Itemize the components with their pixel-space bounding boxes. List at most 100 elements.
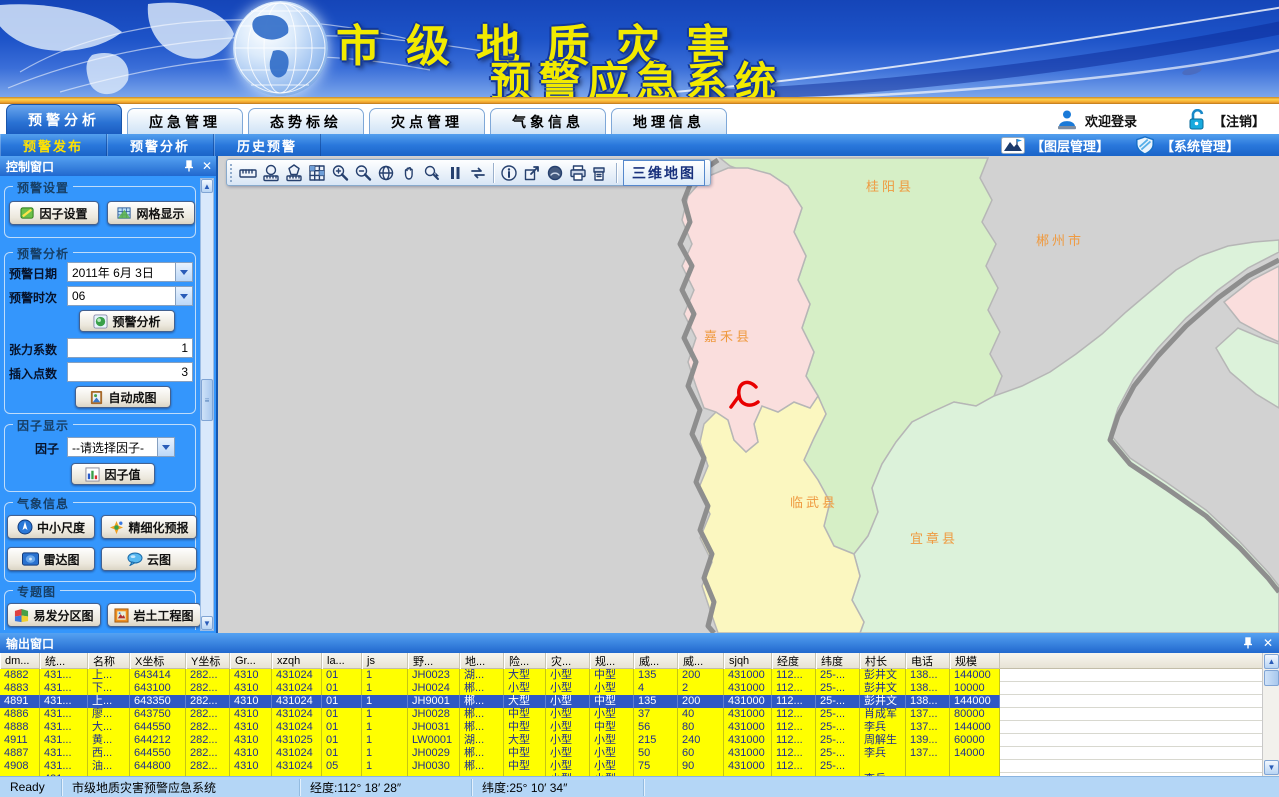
column-header[interactable]: 野... [408, 653, 460, 669]
scroll-up-icon[interactable]: ▲ [1264, 654, 1279, 669]
map-3d-button[interactable]: 三维地图 [623, 160, 705, 186]
map-viewport[interactable]: 桂阳县郴州市嘉禾县临武县宜章县 三维地图 [218, 156, 1279, 633]
geotech-map-button[interactable]: 岩土工程图 [107, 603, 201, 627]
output-window: 输出窗口 ✕ dm...统...名称X坐标Y坐标Gr...xzqhla...js… [0, 633, 1279, 776]
column-header[interactable]: 名称 [88, 653, 130, 669]
refined-forecast-button[interactable]: 精细化预报 [101, 515, 197, 539]
print-preview-icon[interactable] [590, 162, 612, 184]
table-row[interactable]: 4891431...上...643350282...4310431024011J… [0, 695, 1262, 708]
main-tab-5[interactable]: 气象信息 [490, 108, 606, 134]
sub-tab-1[interactable]: 预警发布 [0, 134, 107, 156]
date-dropdown[interactable]: 2011年 6月 3日 [67, 262, 193, 282]
main-tab-6[interactable]: 地理信息 [611, 108, 727, 134]
panel-scrollbar[interactable]: ▲ ≡ ▼ [200, 178, 214, 631]
radar-button[interactable]: 雷达图 [7, 547, 95, 571]
column-header[interactable]: 村长 [860, 653, 906, 669]
zoom-select-icon[interactable] [421, 162, 443, 184]
grid-icon[interactable] [306, 162, 328, 184]
table-cell: 112... [772, 708, 816, 721]
pan-icon[interactable] [398, 162, 420, 184]
toolbar-drag-handle-icon[interactable] [229, 163, 234, 183]
factor-dropdown[interactable]: --请选择因子- [67, 437, 175, 457]
main-tab-1[interactable]: 预警分析 [6, 104, 122, 134]
table-row[interactable]: 4882431...上...643414282...4310431024011J… [0, 669, 1262, 682]
column-header[interactable]: la... [322, 653, 362, 669]
main-tab-2[interactable]: 应急管理 [127, 108, 243, 134]
scrollbar-thumb[interactable] [1264, 670, 1279, 686]
cloud-button[interactable]: 云图 [101, 547, 197, 571]
column-header[interactable]: 统... [40, 653, 88, 669]
zoom-out-icon[interactable] [352, 162, 374, 184]
column-header[interactable]: 地... [460, 653, 504, 669]
close-icon[interactable]: ✕ [1263, 635, 1273, 651]
table-cell: 431024 [272, 682, 322, 695]
sub-tab-3[interactable]: 历史预警 [214, 134, 321, 156]
scrollbar-thumb[interactable]: ≡ [201, 379, 213, 421]
column-header[interactable]: Gr... [230, 653, 272, 669]
pin-icon[interactable] [182, 159, 196, 173]
sub-tab-2[interactable]: 预警分析 [107, 134, 214, 156]
column-header[interactable]: 灾... [546, 653, 590, 669]
scroll-down-icon[interactable]: ▼ [201, 616, 213, 630]
column-header[interactable]: 威... [678, 653, 724, 669]
column-header[interactable]: X坐标 [130, 653, 186, 669]
table-cell: 643100 [130, 682, 186, 695]
measure-polygon-icon[interactable] [283, 162, 305, 184]
table-scrollbar[interactable]: ▲ ▼ [1262, 653, 1279, 776]
refresh-icon[interactable] [467, 162, 489, 184]
factor-setting-button[interactable]: 因子设置 [9, 201, 99, 225]
print-icon[interactable] [567, 162, 589, 184]
column-header[interactable]: Y坐标 [186, 653, 230, 669]
table-row[interactable]: 4886431...廖...643750282...4310431024011J… [0, 708, 1262, 721]
table-cell: 137... [906, 708, 950, 721]
column-header[interactable]: 规... [590, 653, 634, 669]
column-header[interactable]: sjqh [724, 653, 772, 669]
column-header[interactable]: 电话 [906, 653, 950, 669]
main-tab-4[interactable]: 灾点管理 [369, 108, 485, 134]
table-row[interactable]: 4888431...大...644550282...4310431024011J… [0, 721, 1262, 734]
column-header[interactable]: 险... [504, 653, 546, 669]
table-row[interactable]: 4911431...黄...644212282...4310431025011L… [0, 734, 1262, 747]
column-header[interactable]: 规模 [950, 653, 1000, 669]
measure-circle-icon[interactable] [260, 162, 282, 184]
pin-icon[interactable] [1241, 636, 1255, 650]
map-canvas[interactable] [218, 156, 1279, 633]
analyze-button[interactable]: 预警分析 [79, 310, 175, 332]
table-row[interactable]: 4908431...油...644800282...4310431024051J… [0, 760, 1262, 773]
main-tab-3[interactable]: 态势标绘 [248, 108, 364, 134]
scroll-up-icon[interactable]: ▲ [201, 179, 213, 193]
time-dropdown[interactable]: 06 [67, 286, 193, 306]
measure-distance-icon[interactable] [237, 162, 259, 184]
insert-points-input[interactable]: 3 [67, 362, 193, 382]
column-header[interactable]: dm... [0, 653, 40, 669]
auto-map-button[interactable]: 自动成图 [75, 386, 171, 408]
meso-scale-button[interactable]: 中小尺度 [7, 515, 95, 539]
table-row[interactable]: 4887431...西...644550282...4310431024011J… [0, 747, 1262, 760]
full-extent-icon[interactable] [375, 162, 397, 184]
export-icon[interactable] [521, 162, 543, 184]
login-status[interactable]: 欢迎登录 [1055, 109, 1137, 131]
scroll-down-icon[interactable]: ▼ [1264, 760, 1279, 775]
table-row[interactable]: 4883431...下...643100282...4310431024011J… [0, 682, 1262, 695]
overview-icon[interactable] [544, 162, 566, 184]
info-icon[interactable] [498, 162, 520, 184]
column-header[interactable]: js [362, 653, 408, 669]
logout-button[interactable]: 【注销】 [1187, 109, 1265, 131]
table-cell: 4883 [0, 682, 40, 695]
system-manage-button[interactable]: 【系统管理】 [1135, 135, 1239, 156]
table-cell: 小型 [546, 708, 590, 721]
column-header[interactable]: xzqh [272, 653, 322, 669]
table-cell: 135 [634, 669, 678, 682]
zoom-in-icon[interactable] [329, 162, 351, 184]
susceptibility-map-button[interactable]: 易发分区图 [7, 603, 101, 627]
column-header[interactable]: 纬度 [816, 653, 860, 669]
factor-value-button[interactable]: 因子值 [71, 463, 155, 485]
pause-icon[interactable] [444, 162, 466, 184]
column-header[interactable]: 威... [634, 653, 678, 669]
close-icon[interactable]: ✕ [202, 158, 212, 174]
tension-input[interactable]: 1 [67, 338, 193, 358]
layer-manage-button[interactable]: 【图层管理】 [1001, 136, 1109, 155]
grid-display-button[interactable]: 网格显示 [107, 201, 195, 225]
table-cell: 644800 [130, 760, 186, 773]
column-header[interactable]: 经度 [772, 653, 816, 669]
